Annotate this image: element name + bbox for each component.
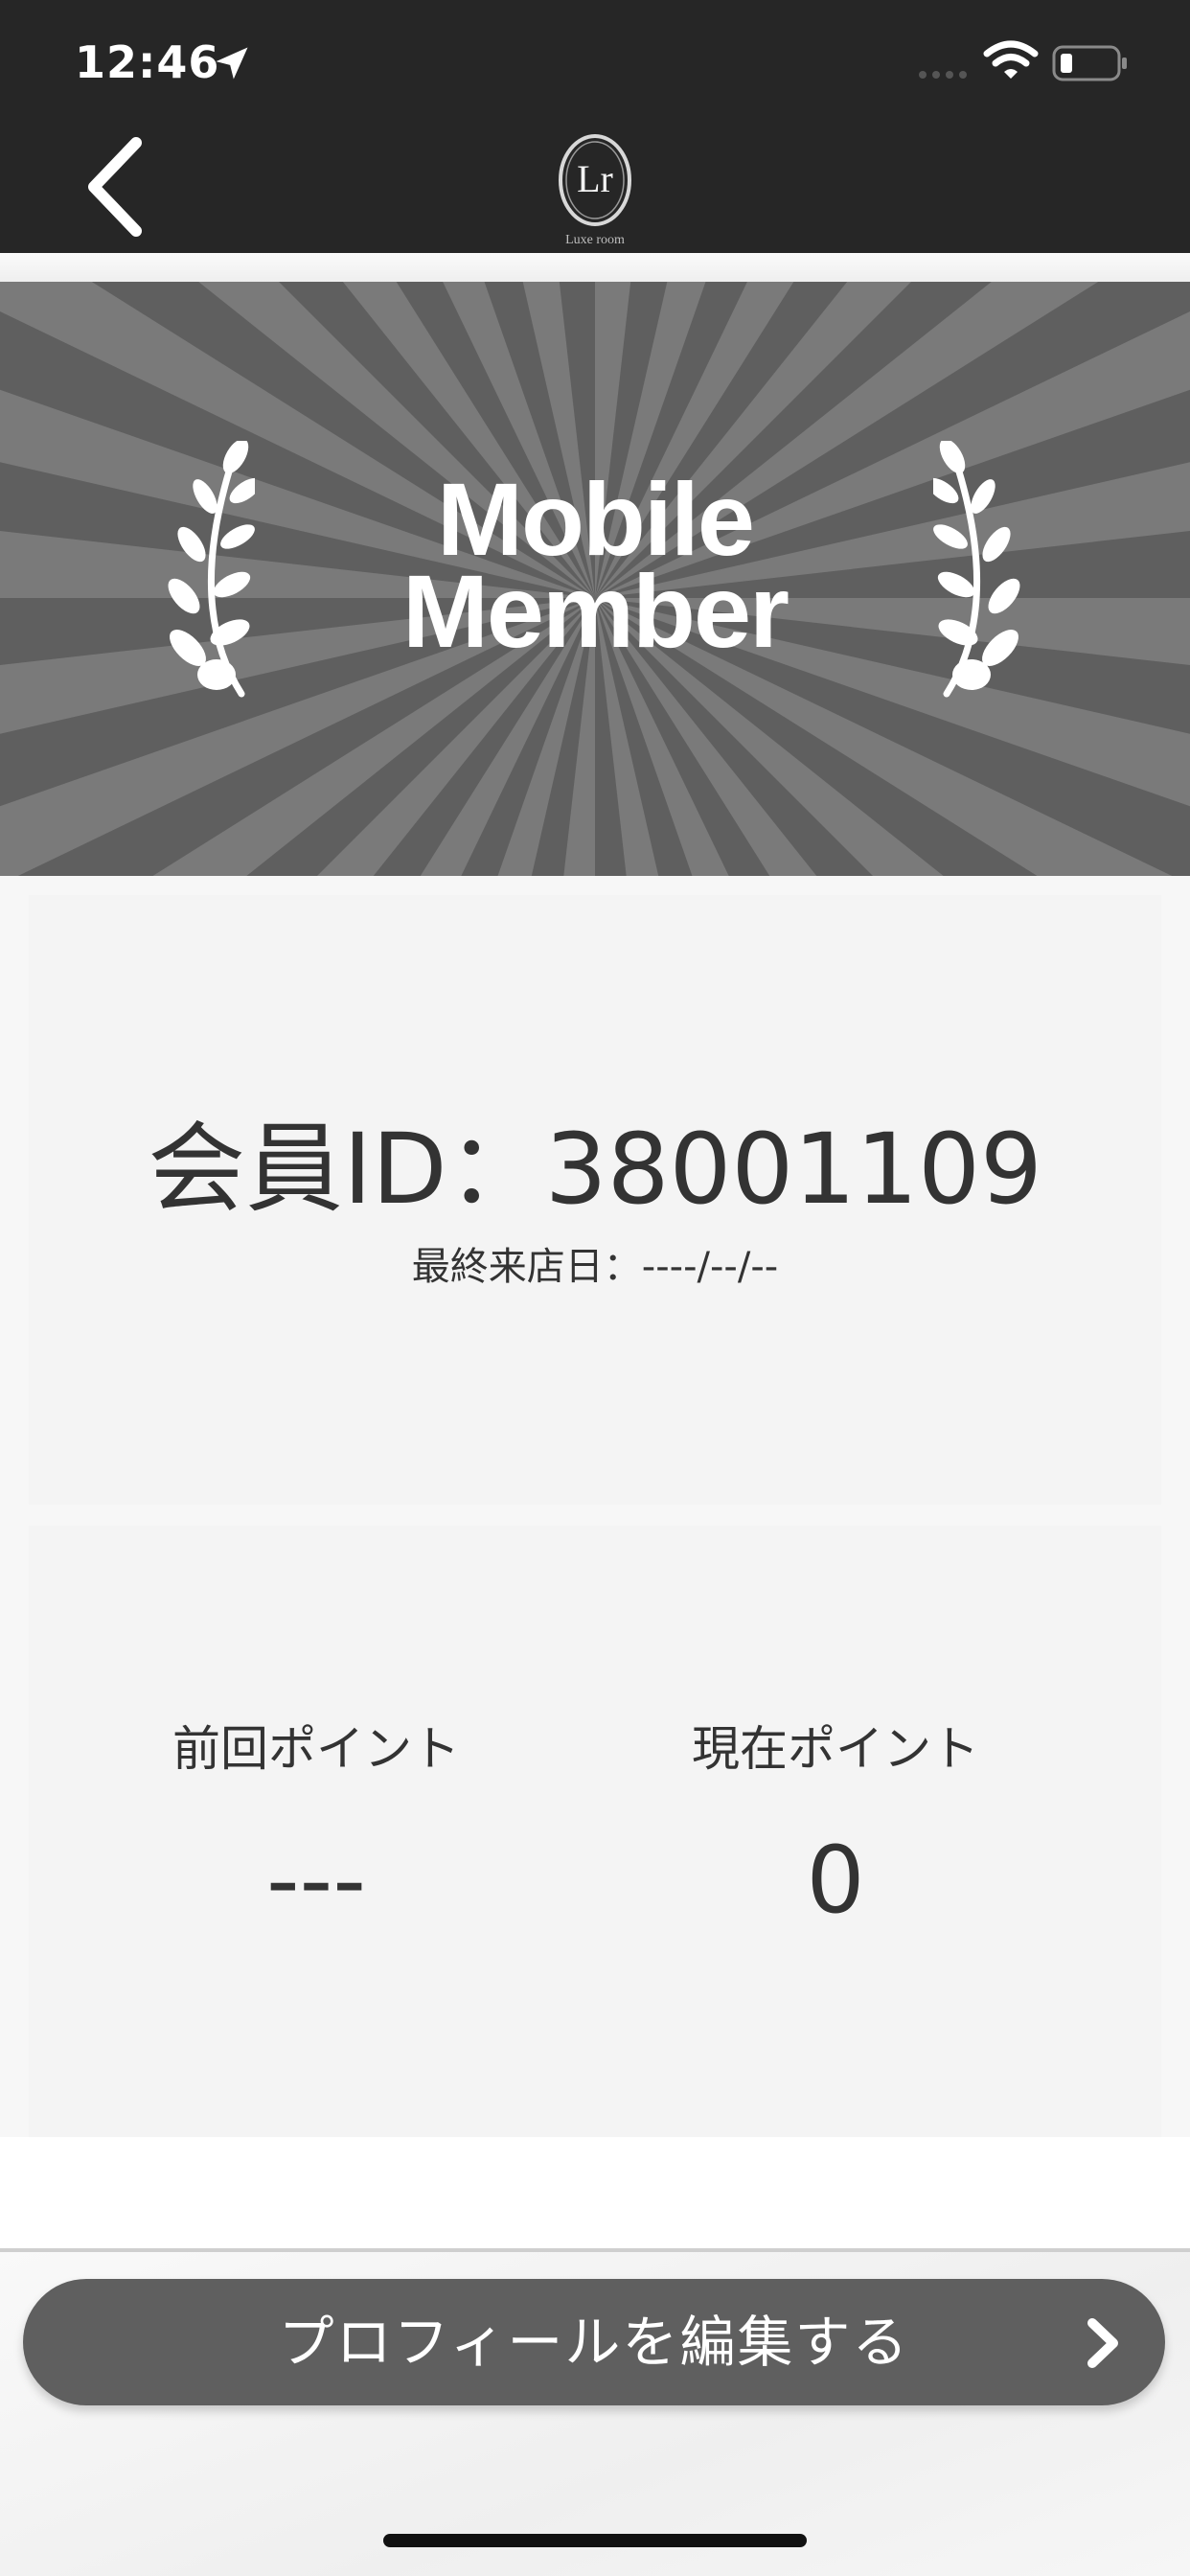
cellular-signal-icon <box>919 71 967 79</box>
location-arrow-icon <box>216 47 248 80</box>
points-card: 前回ポイント --- 現在ポイント 0 <box>29 1526 1161 2137</box>
wifi-icon <box>983 40 1039 79</box>
last-visit: 最終来店日：----/--/-- <box>29 1248 1161 1286</box>
brand-logo: Lr Luxe room <box>551 134 639 247</box>
chevron-right-icon <box>1087 2318 1118 2368</box>
last-visit-label: 最終来店日： <box>411 1245 642 1289</box>
status-time: 12:46 <box>75 36 220 88</box>
hero-title: Mobile Member <box>0 461 1190 669</box>
edit-profile-button[interactable]: プロフィールを編集する <box>23 2279 1165 2405</box>
home-indicator <box>383 2534 807 2547</box>
previous-points-label: 前回ポイント <box>172 1721 460 1777</box>
current-points-label: 現在ポイント <box>692 1721 979 1777</box>
logo-text: Luxe room <box>565 233 625 247</box>
battery-icon <box>1052 45 1127 81</box>
current-points-value: 0 <box>806 1827 865 1934</box>
last-visit-value: ----/--/-- <box>641 1245 779 1289</box>
member-id-label: 会員ID： <box>148 1113 545 1227</box>
hero-title-line1: Mobile <box>437 461 755 577</box>
member-id-card: 会員ID：38001109 最終来店日：----/--/-- <box>29 895 1161 1505</box>
previous-points-value: --- <box>266 1827 366 1934</box>
content-spacer <box>0 2137 1190 2248</box>
chevron-left-icon <box>88 137 142 237</box>
logo-monogram: Lr <box>577 157 613 200</box>
back-button[interactable] <box>77 134 153 240</box>
previous-points: 前回ポイント --- <box>48 1725 584 1926</box>
hero-banner: Mobile Member <box>0 282 1190 876</box>
hero-title-line2: Member <box>401 553 790 669</box>
top-bar: 12:46 Lr Luxe room <box>0 0 1190 253</box>
member-id-value: 38001109 <box>544 1113 1042 1227</box>
member-id: 会員ID：38001109 <box>29 1121 1161 1219</box>
marble-strip <box>0 253 1190 282</box>
current-points: 現在ポイント 0 <box>567 1725 1104 1926</box>
edit-profile-label: プロフィールを編集する <box>278 2310 910 2375</box>
